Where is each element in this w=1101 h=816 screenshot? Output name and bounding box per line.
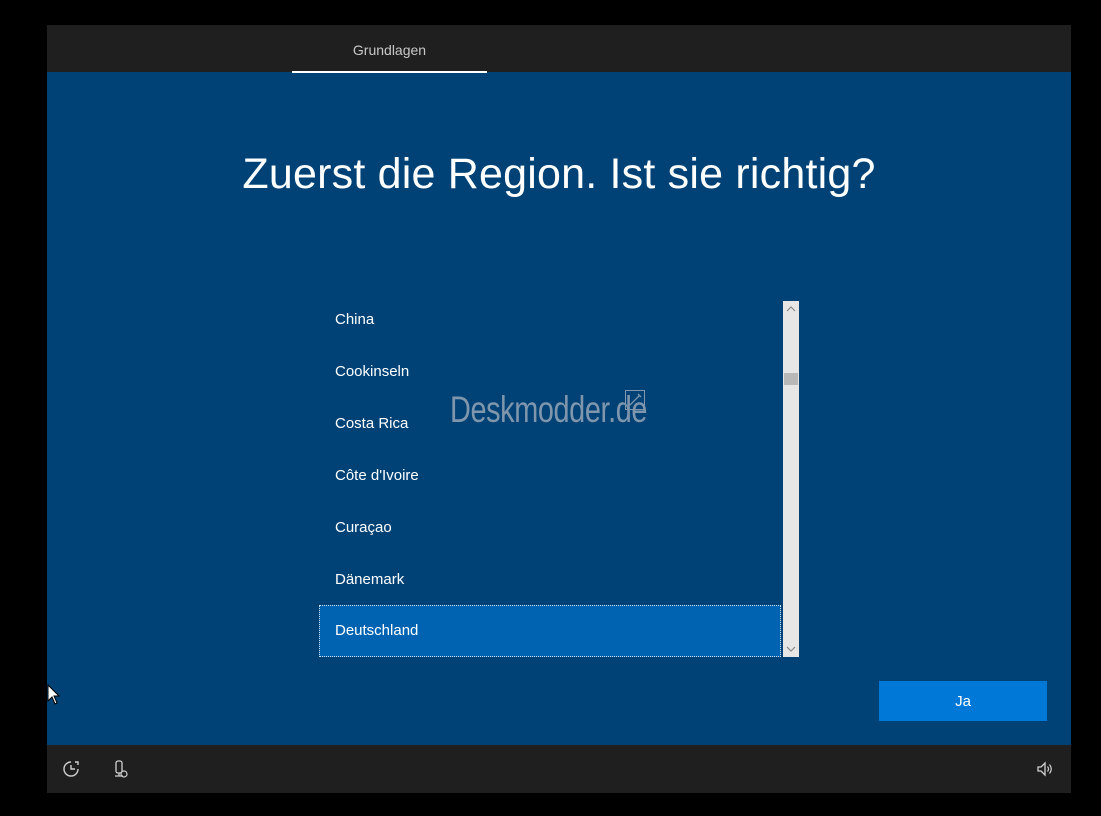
list-scrollbar[interactable]	[783, 301, 799, 657]
region-list: China Cookinseln Costa Rica Côte d'Ivoir…	[319, 301, 783, 657]
region-listbox[interactable]: China Cookinseln Costa Rica Côte d'Ivoir…	[319, 301, 799, 657]
confirm-button[interactable]: Ja	[879, 681, 1047, 721]
scroll-down-arrow-icon[interactable]	[783, 641, 799, 657]
mouse-cursor-icon	[47, 683, 61, 706]
top-bar: Grundlagen	[47, 25, 1071, 73]
region-item-cote-divoire[interactable]: Côte d'Ivoire	[319, 457, 781, 509]
page-title: Zuerst die Region. Ist sie richtig?	[242, 150, 876, 198]
region-item-curacao[interactable]: Curaçao	[319, 509, 781, 561]
region-item-deutschland[interactable]: Deutschland	[319, 605, 781, 657]
ease-of-access-icon[interactable]	[61, 759, 81, 779]
microphone-icon[interactable]	[110, 759, 130, 779]
watermark: Deskmodder.de	[450, 389, 648, 430]
volume-icon[interactable]	[1035, 759, 1055, 779]
scroll-up-arrow-icon[interactable]	[783, 301, 799, 317]
region-item-china[interactable]: China	[319, 301, 781, 353]
setup-window: Grundlagen Zuerst die Region. Ist sie ri…	[47, 25, 1071, 793]
tab-grundlagen[interactable]: Grundlagen	[292, 25, 487, 73]
tab-label: Grundlagen	[352, 42, 427, 58]
watermark-pen-icon	[625, 390, 645, 410]
tab-active-indicator	[292, 71, 487, 73]
scrollbar-thumb[interactable]	[784, 373, 798, 385]
bottom-bar	[47, 745, 1071, 793]
